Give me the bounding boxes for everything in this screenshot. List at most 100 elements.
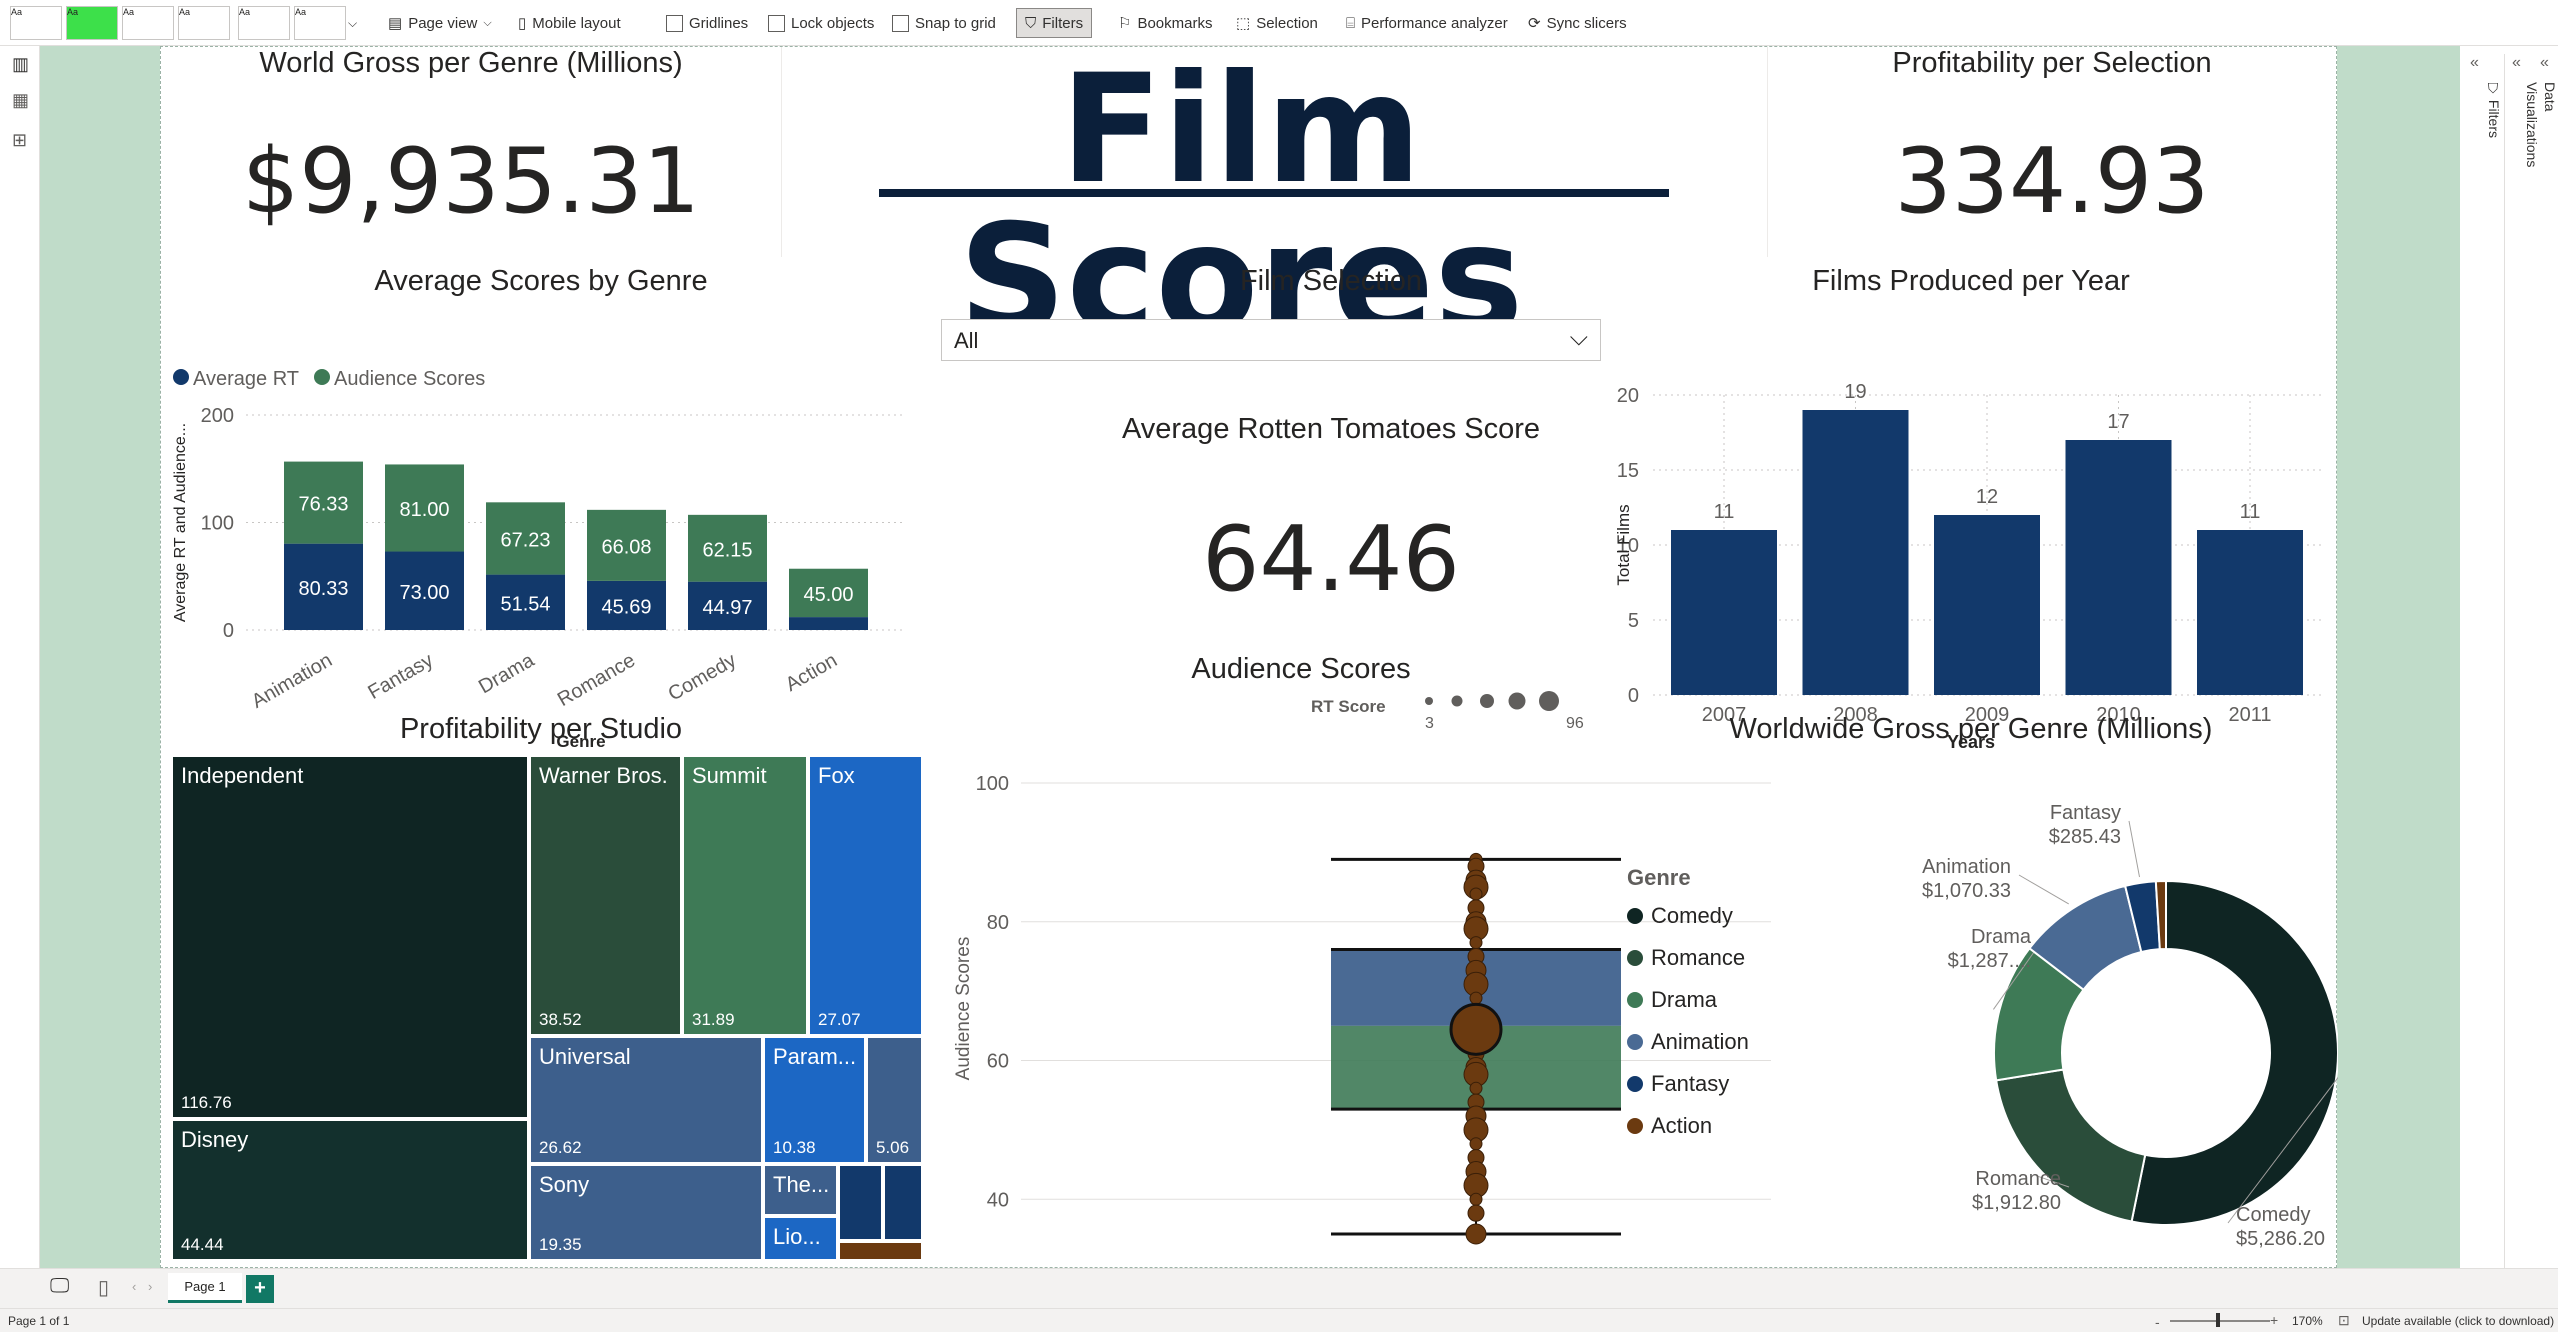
zoom-level: 170%: [2292, 1314, 2323, 1328]
y-tick-label: 100: [976, 773, 1009, 795]
performance-analyzer-label: Performance analyzer: [1361, 14, 1508, 32]
zoom-out-button[interactable]: -: [2155, 1314, 2160, 1330]
treemap-cell[interactable]: [838, 1164, 883, 1241]
theme-option-2[interactable]: Aa: [66, 6, 118, 40]
slice-name: Comedy: [2236, 1204, 2310, 1226]
bookmark-icon: ⚐: [1118, 15, 1132, 32]
view-rail: ▥ ▦ ⊞: [0, 46, 40, 1268]
bar: [1934, 515, 2040, 695]
page-tabs-bar: 🖵 ▯ ‹ › Page 1 +: [0, 1268, 2558, 1308]
treemap-cell[interactable]: Lio...: [763, 1216, 838, 1261]
data-point: [1469, 1192, 1483, 1206]
treemap-cell[interactable]: Universal 26.62: [529, 1036, 763, 1164]
zoom-slider[interactable]: [2170, 1320, 2270, 1322]
zoom-slider-thumb[interactable]: [2216, 1313, 2220, 1327]
treemap-cell-value: 10.38: [773, 1138, 816, 1157]
collapse-visualizations-icon[interactable]: «: [2512, 54, 2521, 72]
data-label: 81.00: [399, 499, 449, 521]
slice-value: $5,286.20: [2236, 1228, 2325, 1250]
collapse-data-icon[interactable]: «: [2540, 54, 2549, 72]
lock-objects-label: Lock objects: [791, 14, 875, 32]
treemap-cell[interactable]: 5.06: [866, 1036, 923, 1164]
y-tick-label: 0: [223, 620, 234, 642]
prev-page-icon[interactable]: ‹: [132, 1279, 136, 1294]
theme-gallery-expand-button[interactable]: ⌵: [348, 8, 357, 38]
chevron-down-icon: ⌵: [348, 15, 358, 30]
performance-analyzer-button[interactable]: ⌸ Performance analyzer: [1346, 8, 1508, 38]
treemap-cell[interactable]: Summit 31.89: [682, 755, 808, 1036]
model-view-icon[interactable]: ⊞: [12, 130, 27, 151]
treemap-cell[interactable]: Independent 116.76: [171, 755, 529, 1119]
y-tick-label: 100: [201, 513, 234, 535]
x-tick-label: Fantasy: [364, 649, 437, 704]
update-notice[interactable]: Update available (click to download): [2362, 1314, 2554, 1328]
legend-item[interactable]: Fantasy: [1627, 1071, 1729, 1097]
treemap-cell[interactable]: Fox 27.07: [808, 755, 923, 1036]
filters-button[interactable]: ⛉ Filters: [1016, 8, 1093, 38]
filter-icon: ⛉: [1025, 14, 1037, 32]
collapse-filters-icon[interactable]: «: [2470, 54, 2479, 72]
next-page-icon[interactable]: ›: [148, 1279, 152, 1294]
treemap-cell-value: 31.89: [692, 1010, 735, 1029]
theme-option-6[interactable]: Aa: [294, 6, 346, 40]
add-page-button[interactable]: +: [246, 1275, 274, 1303]
lock-objects-checkbox[interactable]: Lock objects: [768, 8, 874, 38]
report-view-icon[interactable]: ▥: [12, 54, 29, 75]
slice-name: Animation: [1922, 856, 2011, 878]
treemap-cell[interactable]: [883, 1164, 923, 1241]
theme-option-1[interactable]: Aa: [10, 6, 62, 40]
treemap-cell-label: Independent: [181, 763, 304, 788]
legend-marker: [1627, 1034, 1643, 1050]
mobile-layout-icon[interactable]: ▯: [98, 1275, 109, 1300]
theme-option-4[interactable]: Aa: [178, 6, 230, 40]
mobile-icon: ▯: [518, 15, 527, 32]
x-tick-label: Action: [782, 649, 841, 696]
bookmarks-button[interactable]: ⚐ Bookmarks: [1118, 8, 1212, 38]
data-pane-tab[interactable]: Data: [2542, 82, 2558, 112]
checkbox-icon: [666, 14, 683, 32]
zoom-in-button[interactable]: +: [2270, 1312, 2278, 1328]
selection-button[interactable]: ⬚ Selection: [1236, 8, 1318, 38]
visualizations-pane-tab[interactable]: Visualizations: [2524, 82, 2540, 167]
sync-slicers-button[interactable]: ⟳ Sync slicers: [1528, 8, 1627, 38]
page-view-icon: ▤: [388, 15, 403, 32]
treemap-cell[interactable]: Disney 44.44: [171, 1119, 529, 1261]
audience-scores-title: Audience Scores: [1191, 653, 1411, 685]
filters-pane-tab[interactable]: ⛉ Filters: [2486, 82, 2502, 138]
legend-item[interactable]: Romance: [1627, 945, 1745, 971]
treemap-cell[interactable]: The...: [763, 1164, 838, 1216]
film-selection-dropdown[interactable]: All ⌵: [941, 319, 1601, 361]
theme-option-3[interactable]: Aa: [122, 6, 174, 40]
treemap-cell-value: 44.44: [181, 1235, 224, 1254]
gridlines-checkbox[interactable]: Gridlines: [666, 8, 748, 38]
legend-label: Romance: [1651, 945, 1746, 970]
desktop-layout-icon[interactable]: 🖵: [50, 1275, 69, 1298]
table-view-icon[interactable]: ▦: [12, 90, 29, 111]
legend-item[interactable]: Drama: [1627, 987, 1717, 1013]
size-legend-bubble: [1425, 697, 1433, 705]
legend-marker: [1627, 1118, 1643, 1134]
size-legend-bubble: [1451, 695, 1463, 707]
treemap-cell[interactable]: Warner Bros. 38.52: [529, 755, 682, 1036]
legend-item[interactable]: Comedy: [1627, 903, 1733, 929]
size-legend-max: 96: [1566, 715, 1584, 732]
y-axis-title: Average RT and Audience...: [172, 423, 189, 622]
fit-to-page-icon[interactable]: ⊡: [2338, 1312, 2350, 1329]
treemap-cell[interactable]: Sony 19.35: [529, 1164, 763, 1261]
data-label: 66.08: [601, 536, 651, 558]
treemap-cell-label: Lio...: [773, 1224, 821, 1249]
theme-option-5[interactable]: Aa: [238, 6, 290, 40]
treemap-cell[interactable]: Param... 10.38: [763, 1036, 866, 1164]
data-label: 51.54: [500, 593, 550, 615]
snap-to-grid-checkbox[interactable]: Snap to grid: [892, 8, 996, 38]
view-ribbon: Aa Aa Aa Aa Aa Aa ⌵ ▤ Page view ⌵ ▯ Mobile …: [0, 0, 2558, 46]
legend-item[interactable]: Action: [1627, 1113, 1712, 1139]
page-tab-1[interactable]: Page 1: [168, 1273, 242, 1303]
bar: [2065, 440, 2172, 695]
treemap-cell[interactable]: [838, 1241, 923, 1261]
mobile-layout-button[interactable]: ▯ Mobile layout: [518, 8, 621, 38]
data-point: [1469, 936, 1483, 950]
legend-item[interactable]: Animation: [1627, 1029, 1749, 1055]
page-view-button[interactable]: ▤ Page view ⌵: [388, 8, 492, 38]
treemap-cell-label: Warner Bros.: [539, 763, 668, 788]
